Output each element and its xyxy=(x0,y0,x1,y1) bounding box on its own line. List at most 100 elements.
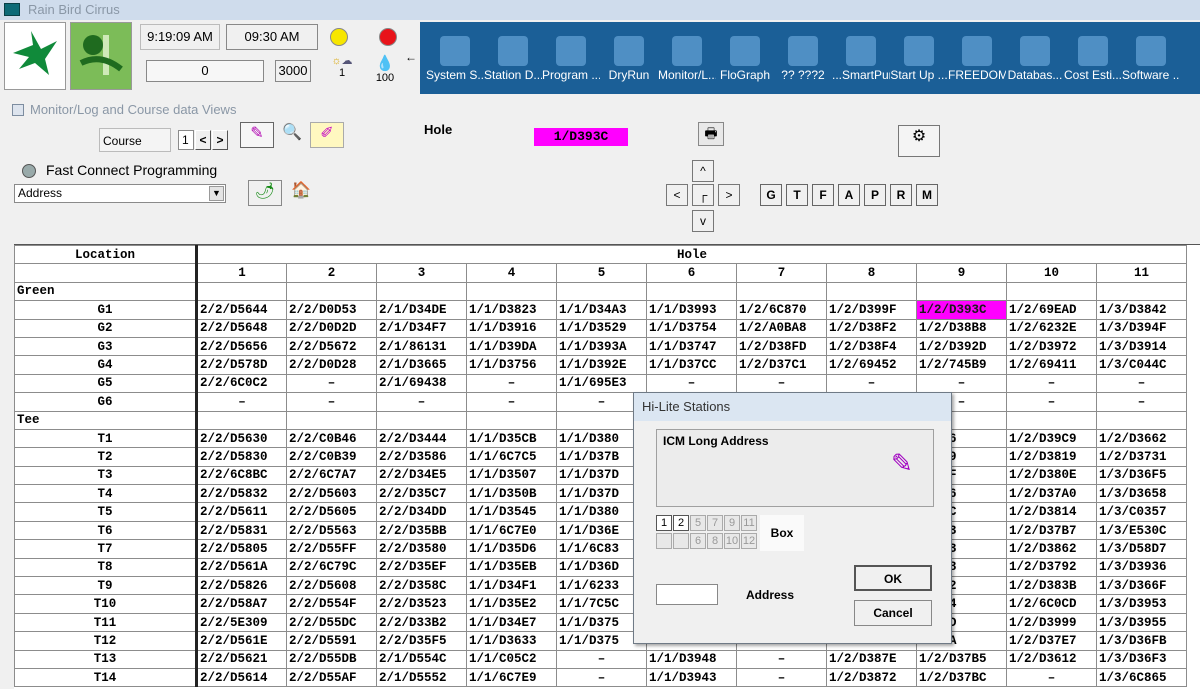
station-cell[interactable]: 1/3/D3914 xyxy=(1096,336,1187,357)
station-cell[interactable]: 1/3/6C865 xyxy=(1096,667,1187,688)
station-cell[interactable]: 1/2/D37BC xyxy=(916,667,1007,688)
station-cell[interactable]: 2/2/D5826 xyxy=(195,576,287,596)
station-cell[interactable]: – xyxy=(736,373,827,394)
station-cell[interactable]: 2/2/D34DD xyxy=(376,502,467,522)
station-cell[interactable]: 2/1/69438 xyxy=(376,373,467,394)
station-cell[interactable]: 1/2/D37B5 xyxy=(916,649,1007,669)
station-cell[interactable]: 2/2/D561E xyxy=(195,631,287,651)
station-cell[interactable]: 1/1/6C7E9 xyxy=(466,667,557,688)
station-cell[interactable]: 1/3/D36FB xyxy=(1096,631,1187,651)
fast-connect-radio[interactable] xyxy=(22,164,36,178)
station-cell[interactable]: 2/2/D5591 xyxy=(286,631,377,651)
launcher-button[interactable]: ...SmartPump xyxy=(832,32,890,88)
station-cell[interactable]: 2/2/D5805 xyxy=(195,539,287,559)
letter-button-f[interactable]: F xyxy=(812,184,834,206)
station-cell[interactable]: 1/1/D34A3 xyxy=(556,300,647,320)
station-cell[interactable]: 2/2/D5608 xyxy=(286,576,377,596)
station-cell[interactable]: 1/3/D36F3 xyxy=(1096,649,1187,669)
column-header[interactable]: 8 xyxy=(826,263,917,283)
station-cell[interactable]: 1/1/695E3 xyxy=(556,373,647,394)
station-cell[interactable]: 1/2/D3612 xyxy=(1006,649,1097,669)
column-header[interactable]: 2 xyxy=(286,263,377,283)
station-cell[interactable]: 1/2/69411 xyxy=(1006,355,1097,375)
station-cell[interactable]: 2/2/D35C7 xyxy=(376,484,467,504)
station-cell[interactable]: 1/1/D39DA xyxy=(466,336,557,357)
station-cell[interactable]: 1/1/6C7E0 xyxy=(466,520,557,541)
station-cell[interactable]: 1/2/D37A0 xyxy=(1006,484,1097,504)
station-cell[interactable]: 1/2/D380E xyxy=(1006,465,1097,486)
row-location[interactable]: G3 xyxy=(14,336,197,357)
station-cell[interactable]: 1/1/D35EB xyxy=(466,557,557,578)
row-location[interactable]: T3 xyxy=(14,465,197,486)
letter-button-r[interactable]: R xyxy=(890,184,912,206)
row-location[interactable]: T8 xyxy=(14,557,197,578)
station-cell[interactable]: 1/2/6232E xyxy=(1006,318,1097,338)
station-cell[interactable]: 2/2/D5656 xyxy=(195,336,287,357)
station-cell[interactable]: 1/2/D3999 xyxy=(1006,612,1097,633)
station-cell[interactable]: 2/2/D55DC xyxy=(286,612,377,633)
station-cell[interactable]: 2/2/D5614 xyxy=(195,667,287,688)
station-cell[interactable]: 2/2/D3580 xyxy=(376,539,467,559)
station-cell[interactable]: 1/3/D3936 xyxy=(1096,557,1187,578)
station-cell[interactable]: 1/3/D3953 xyxy=(1096,594,1187,614)
station-cell[interactable]: 2/2/D578D xyxy=(195,355,287,375)
station-cell[interactable]: 2/2/6C7A7 xyxy=(286,465,377,486)
slider-readout[interactable]: 0 xyxy=(146,60,264,82)
launcher-button[interactable]: FloGraph xyxy=(716,32,774,88)
column-header[interactable]: 10 xyxy=(1006,263,1097,283)
station-cell[interactable]: – xyxy=(1006,667,1097,688)
station-cell[interactable]: 1/2/D387E xyxy=(826,649,917,669)
station-cell[interactable]: 2/1/D3665 xyxy=(376,355,467,375)
box-number-button[interactable] xyxy=(673,533,689,549)
station-cell[interactable]: 2/2/D34E5 xyxy=(376,465,467,486)
letter-button-a[interactable]: A xyxy=(838,184,860,206)
column-header[interactable]: 6 xyxy=(646,263,737,283)
station-cell[interactable]: 1/3/C044C xyxy=(1096,355,1187,375)
box-number-button[interactable] xyxy=(656,533,672,549)
station-cell[interactable]: 1/1/D35CB xyxy=(466,428,557,449)
launcher-button[interactable]: DryRun xyxy=(600,32,658,88)
station-cell[interactable]: 1/3/D36F5 xyxy=(1096,465,1187,486)
row-location[interactable]: G5 xyxy=(14,373,197,394)
highlight-marker-button[interactable]: ✐ xyxy=(310,122,344,148)
station-cell[interactable]: 1/3/D366F xyxy=(1096,576,1187,596)
box-number-button[interactable]: 7 xyxy=(707,515,723,531)
row-location[interactable]: G1 xyxy=(14,300,197,320)
station-cell[interactable]: 1/2/D38FD xyxy=(736,336,827,357)
row-location[interactable]: T10 xyxy=(14,594,197,614)
station-cell[interactable]: 1/2/D3862 xyxy=(1006,539,1097,559)
station-cell[interactable]: 1/3/D3658 xyxy=(1096,484,1187,504)
station-cell[interactable]: 1/3/D394F xyxy=(1096,318,1187,338)
launcher-button[interactable]: Software ... xyxy=(1122,32,1180,88)
station-cell[interactable]: 1/1/D3916 xyxy=(466,318,557,338)
search-magnifier-button[interactable]: 🔍 xyxy=(278,122,306,148)
box-number-button[interactable]: 11 xyxy=(741,515,757,531)
rainbird-logo-button[interactable] xyxy=(4,22,66,90)
station-cell[interactable]: 2/2/D55AF xyxy=(286,667,377,688)
row-location[interactable]: T2 xyxy=(14,447,197,467)
station-cell[interactable]: 1/1/D3545 xyxy=(466,502,557,522)
toolbar-arrow-icon[interactable]: ← xyxy=(405,50,417,64)
column-header[interactable]: 1 xyxy=(195,263,287,283)
box-number-button[interactable]: 6 xyxy=(690,533,706,549)
station-cell[interactable]: 2/2/D3444 xyxy=(376,428,467,449)
station-cell[interactable]: 1/1/D3633 xyxy=(466,631,557,651)
station-cell[interactable]: 1/1/D350B xyxy=(466,484,557,504)
station-cell[interactable]: 1/2/D38F2 xyxy=(826,318,917,338)
column-header[interactable]: 3 xyxy=(376,263,467,283)
station-cell[interactable]: 1/2/D393C xyxy=(916,300,1007,320)
station-cell[interactable]: 2/2/D5648 xyxy=(195,318,287,338)
station-cell[interactable]: 1/1/D3529 xyxy=(556,318,647,338)
station-cell[interactable]: 2/2/D5611 xyxy=(195,502,287,522)
station-cell[interactable]: 2/2/C0B46 xyxy=(286,428,377,449)
column-header[interactable]: 7 xyxy=(736,263,827,283)
launcher-button[interactable]: Program ... xyxy=(542,32,600,88)
letter-button-t[interactable]: T xyxy=(786,184,808,206)
station-cell[interactable]: 2/1/86131 xyxy=(376,336,467,357)
station-cell[interactable]: 1/1/D3993 xyxy=(646,300,737,320)
station-cell[interactable]: 1/1/D35D6 xyxy=(466,539,557,559)
station-cell[interactable]: 1/1/D34E7 xyxy=(466,612,557,633)
station-cell[interactable]: – xyxy=(1096,392,1187,412)
station-cell[interactable]: 1/2/D392D xyxy=(916,336,1007,357)
station-cell[interactable]: 1/1/D3754 xyxy=(646,318,737,338)
